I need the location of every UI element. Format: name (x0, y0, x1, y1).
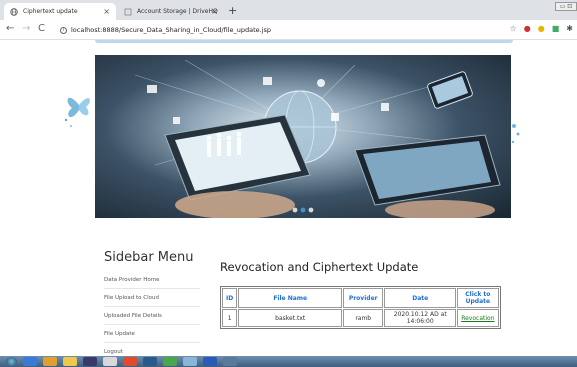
word-icon[interactable] (203, 357, 217, 366)
page-title: Revocation and Ciphertext Update (220, 260, 419, 274)
sidebar-item-file-upload[interactable]: File Upload to Cloud (104, 289, 200, 307)
folder-icon[interactable] (63, 357, 77, 366)
chrome-icon[interactable] (123, 357, 137, 366)
extension-icon[interactable]: ■ (552, 24, 560, 33)
page-icon (124, 8, 132, 16)
extension-icon[interactable]: ● (524, 24, 531, 33)
splash-decoration (511, 124, 520, 144)
browser-tab-strip: Ciphertext update × Account Storage | Dr… (0, 0, 577, 20)
cloud-technology-illustration (134, 59, 501, 218)
tab-label: Ciphertext update (23, 8, 78, 15)
close-icon[interactable]: × (103, 7, 110, 16)
internet-explorer-icon[interactable] (23, 357, 37, 366)
page-header-strip (95, 40, 513, 43)
extension-bar: ☆ ● ● ■ ✱ (510, 24, 573, 33)
forward-icon[interactable]: → (22, 23, 30, 34)
sidebar-item-data-provider-home[interactable]: Data Provider Home (104, 271, 200, 289)
cell-date: 2020.10.12 AD at 14:06:00 (384, 309, 457, 327)
media-player-icon[interactable] (83, 357, 97, 366)
sidebar: Sidebar Menu Data Provider Home File Upl… (104, 250, 200, 361)
star-icon[interactable]: ☆ (510, 24, 517, 33)
table-row: 1 basket.txt ramb 2020.10.12 AD at 14:06… (222, 309, 499, 327)
browser-toolbar: ← → C i localhost:8888/Secure_Data_Shari… (0, 20, 577, 40)
app-icon[interactable] (223, 357, 237, 366)
info-icon[interactable]: i (60, 26, 67, 34)
app-icon[interactable] (143, 357, 157, 366)
app-icon[interactable] (183, 357, 197, 366)
column-header-provider: Provider (343, 288, 384, 308)
address-bar[interactable]: i localhost:8888/Secure_Data_Sharing_in_… (60, 23, 515, 37)
tab-label: Account Storage | DriveHQ (137, 8, 218, 15)
hero-banner-image (95, 55, 511, 218)
firefox-icon[interactable] (43, 357, 57, 366)
cell-action: Revocation (457, 309, 499, 327)
column-header-id: ID (222, 288, 238, 308)
globe-icon (10, 7, 18, 16)
revocation-link[interactable]: Revocation (461, 315, 494, 322)
new-tab-button[interactable]: + (228, 4, 237, 17)
column-header-date: Date (384, 288, 457, 308)
tab-account-storage[interactable]: Account Storage | DriveHQ × (118, 3, 224, 20)
reload-icon[interactable]: C (38, 23, 45, 34)
os-taskbar (0, 356, 577, 367)
main-content: Revocation and Ciphertext Update ID File… (220, 260, 520, 329)
back-icon[interactable]: ← (6, 23, 14, 34)
table-header-row: ID File Name Provider Date Click to Upda… (222, 288, 499, 308)
cell-file-name: basket.txt (238, 309, 343, 327)
url-text: localhost:8888/Secure_Data_Sharing_in_Cl… (71, 26, 272, 34)
column-header-click-to-update: Click to Update (457, 288, 499, 308)
close-icon[interactable]: × (211, 7, 218, 16)
window-controls[interactable]: ▭ ⊡ (555, 2, 577, 11)
sidebar-item-uploaded-file-details[interactable]: Uploaded File Details (104, 307, 200, 325)
butterfly-decoration (64, 97, 90, 127)
paint-icon[interactable] (103, 357, 117, 366)
tab-ciphertext-update[interactable]: Ciphertext update × (4, 3, 116, 20)
app-icon[interactable] (163, 357, 177, 366)
file-update-table: ID File Name Provider Date Click to Upda… (220, 286, 501, 329)
cell-provider: ramb (343, 309, 384, 327)
cell-id: 1 (222, 309, 238, 327)
column-header-file-name: File Name (238, 288, 343, 308)
puzzle-icon[interactable]: ✱ (566, 24, 573, 33)
extension-icon[interactable]: ● (538, 24, 545, 33)
sidebar-title: Sidebar Menu (104, 250, 194, 265)
sidebar-item-file-update[interactable]: File Update (104, 325, 200, 343)
windows-start-icon[interactable] (6, 357, 17, 366)
